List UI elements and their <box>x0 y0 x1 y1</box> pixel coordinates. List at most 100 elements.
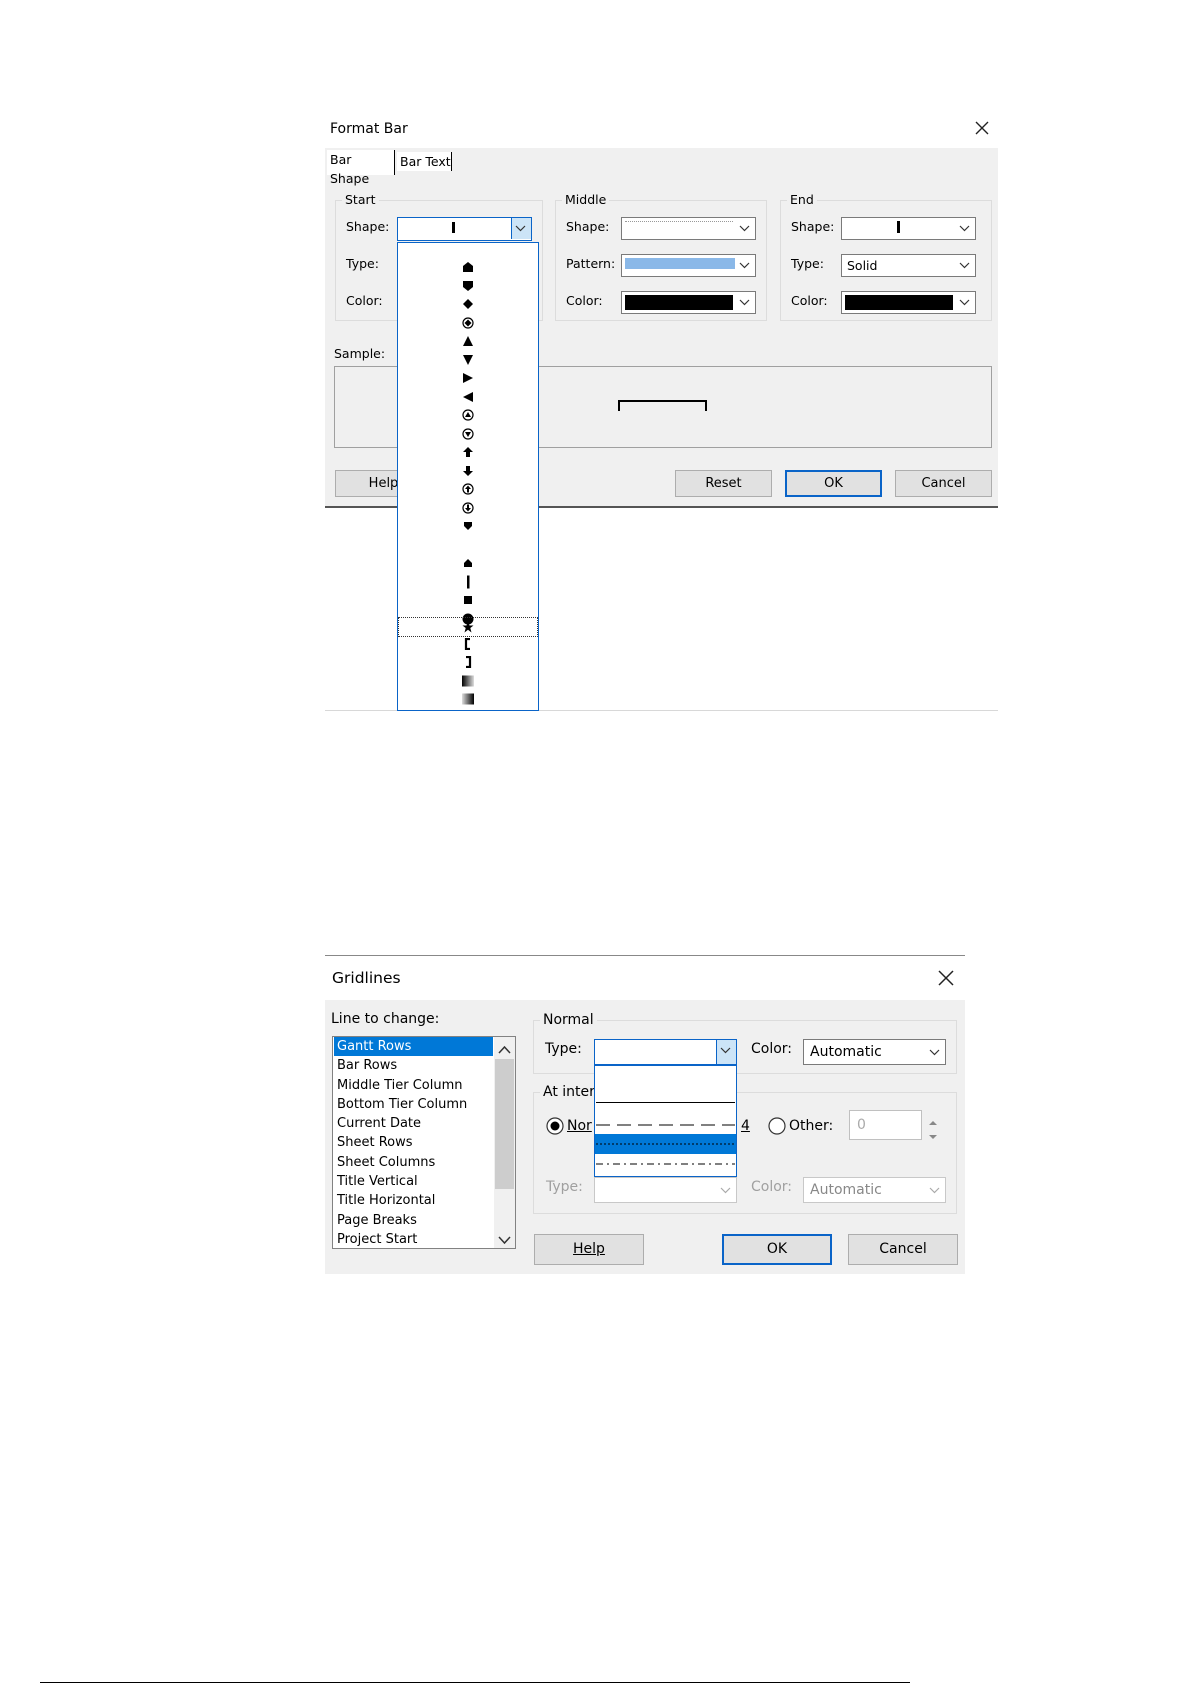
start-shape-label: Shape: <box>346 219 390 234</box>
shape-option-thin-line[interactable] <box>399 573 537 591</box>
list-item[interactable]: Title Vertical <box>334 1172 493 1191</box>
chevron-down-icon[interactable] <box>736 220 753 237</box>
cancel-button[interactable]: Cancel <box>895 470 992 497</box>
shape-option-gradient-right[interactable] <box>399 690 537 708</box>
line-list-items: Gantt Rows Bar Rows Middle Tier Column Bott… <box>334 1037 493 1249</box>
tab-label: Bar Text <box>400 154 451 169</box>
list-item[interactable]: Page Breaks <box>334 1211 493 1230</box>
list-item[interactable]: Project Start <box>334 1230 493 1249</box>
shape-option-house-up[interactable] <box>399 258 537 276</box>
solid-line <box>596 1102 735 1103</box>
none-radio-label: Nor <box>567 1118 592 1134</box>
shape-option-arrow-down[interactable] <box>399 462 537 480</box>
none-radio[interactable] <box>546 1117 564 1135</box>
other-value-stepper[interactable] <box>924 1110 944 1140</box>
line-type-solid[interactable] <box>595 1102 736 1120</box>
shape-option-arrow-up[interactable] <box>399 443 537 461</box>
help-button[interactable]: Help <box>534 1234 644 1265</box>
shape-option-circle-triangle-down[interactable] <box>399 425 537 443</box>
shape-option-triangle-down[interactable] <box>399 351 537 369</box>
scrollbar[interactable] <box>494 1037 515 1248</box>
chevron-down-icon[interactable] <box>927 1127 939 1146</box>
chevron-down-icon[interactable] <box>716 1040 736 1064</box>
list-item[interactable]: Bottom Tier Column <box>334 1095 493 1114</box>
shape-option-gradient-left[interactable] <box>399 672 537 690</box>
shape-option-triangle-right[interactable] <box>399 369 537 387</box>
end-type-select[interactable]: Solid <box>841 254 976 277</box>
scroll-up-icon[interactable] <box>497 1041 512 1054</box>
other-value: 0 <box>857 1117 866 1133</box>
chevron-down-icon[interactable] <box>736 294 753 311</box>
other-radio[interactable] <box>768 1117 786 1135</box>
shape-option-small-house-up[interactable] <box>399 554 537 572</box>
chevron-down-icon[interactable] <box>926 1044 943 1061</box>
close-icon[interactable] <box>973 119 991 137</box>
normal-type-select[interactable] <box>594 1039 737 1065</box>
middle-pattern-select[interactable] <box>621 254 756 277</box>
start-type-label: Type: <box>346 256 379 271</box>
ok-button[interactable]: OK <box>722 1234 832 1265</box>
shape-option-circle-triangle-up[interactable] <box>399 406 537 424</box>
other-value-input[interactable]: 0 <box>849 1110 922 1140</box>
list-item[interactable]: Gantt Rows <box>334 1037 493 1057</box>
shape-option-circle-diamond[interactable] <box>399 314 537 332</box>
group-title: Normal <box>540 1012 597 1028</box>
middle-pattern-label: Pattern: <box>566 256 616 271</box>
list-item[interactable]: Sheet Columns <box>334 1153 493 1172</box>
interval-color-select[interactable]: Automatic <box>803 1177 946 1203</box>
list-item[interactable]: Current Date <box>334 1114 493 1133</box>
chevron-down-icon[interactable] <box>926 1182 943 1199</box>
scroll-thumb[interactable] <box>495 1059 514 1189</box>
middle-shape-select[interactable] <box>621 217 756 240</box>
shape-option-square[interactable] <box>399 591 537 609</box>
button-label: Help <box>368 476 399 491</box>
end-shape-select[interactable] <box>841 217 976 240</box>
close-icon[interactable] <box>936 968 956 988</box>
ok-button[interactable]: OK <box>785 470 882 497</box>
chevron-down-icon[interactable] <box>717 1182 734 1199</box>
shape-option-circle-arrow-down[interactable] <box>399 499 537 517</box>
chevron-down-icon[interactable] <box>511 218 531 239</box>
color-swatch <box>625 295 733 310</box>
shape-option-none[interactable] <box>399 536 537 554</box>
button-label: Help <box>573 1241 605 1257</box>
button-label: Reset <box>705 476 742 491</box>
shape-option-star[interactable] <box>398 617 538 637</box>
chevron-down-icon[interactable] <box>956 294 973 311</box>
shape-option-triangle-left[interactable] <box>399 388 537 406</box>
shape-option-small-house-down[interactable] <box>399 517 537 535</box>
normal-color-select[interactable]: Automatic <box>803 1039 946 1065</box>
shape-option-triangle-up[interactable] <box>399 332 537 350</box>
shape-dropdown-list[interactable] <box>397 242 539 711</box>
list-item[interactable]: Title Horizontal <box>334 1191 493 1210</box>
list-item[interactable]: Bar Rows <box>334 1056 493 1075</box>
line-to-change-list[interactable]: Gantt Rows Bar Rows Middle Tier Column Bott… <box>332 1036 516 1249</box>
page-footer-rule <box>40 1682 910 1683</box>
list-item[interactable]: Sheet Rows <box>334 1133 493 1152</box>
chevron-down-icon[interactable] <box>736 257 753 274</box>
tab-bar-shape[interactable]: Bar Shape <box>327 150 395 186</box>
normal-color-label: Color: <box>751 1041 793 1057</box>
shape-option-diamond[interactable] <box>399 295 537 313</box>
interval-type-label: Type: <box>546 1179 583 1195</box>
reset-button[interactable]: Reset <box>675 470 772 497</box>
list-item[interactable]: Middle Tier Column <box>334 1076 493 1095</box>
shape-option-bracket-right[interactable] <box>399 653 537 671</box>
tab-bar-text[interactable]: Bar Text <box>397 152 452 171</box>
chevron-down-icon[interactable] <box>956 220 973 237</box>
middle-color-select[interactable] <box>621 291 756 314</box>
shape-option-circle-arrow-up[interactable] <box>399 480 537 498</box>
line-type-dotted[interactable] <box>595 1134 736 1154</box>
line-type-dropdown-list[interactable] <box>594 1065 737 1177</box>
shape-option-bracket-left[interactable] <box>399 635 537 653</box>
line-type-dash-dot[interactable] <box>595 1154 736 1176</box>
start-shape-select[interactable] <box>397 217 532 241</box>
line-type-none[interactable] <box>595 1066 736 1102</box>
scroll-down-icon[interactable] <box>497 1231 512 1245</box>
end-color-select[interactable] <box>841 291 976 314</box>
button-label: Cancel <box>921 476 966 491</box>
interval-type-select[interactable] <box>594 1177 737 1203</box>
chevron-down-icon[interactable] <box>956 257 973 274</box>
cancel-button[interactable]: Cancel <box>848 1234 958 1265</box>
shape-option-house-down[interactable] <box>399 277 537 295</box>
